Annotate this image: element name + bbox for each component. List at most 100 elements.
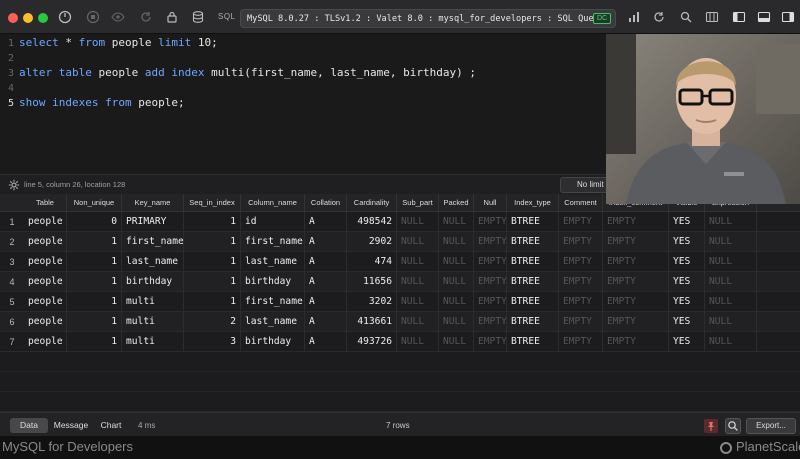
table-cell[interactable]: 1 — [67, 232, 122, 252]
stop-icon[interactable] — [85, 9, 101, 25]
table-cell[interactable]: people — [24, 332, 67, 352]
table-cell[interactable]: 1 — [67, 252, 122, 272]
table-row[interactable]: 1 people 0 PRIMARY 1 id A 498542 NULL NULL EMPTY BT… — [0, 212, 800, 232]
column-header[interactable]: Packed — [439, 194, 474, 212]
toggle-bottom-panel-icon[interactable] — [756, 9, 772, 25]
table-cell[interactable]: people — [24, 212, 67, 232]
table-cell[interactable]: EMPTY — [559, 212, 603, 232]
table-cell[interactable]: 1 — [184, 272, 241, 292]
table-cell[interactable]: EMPTY — [603, 232, 669, 252]
table-cell[interactable]: BTREE — [507, 232, 559, 252]
table-cell[interactable]: 1 — [67, 292, 122, 312]
table-cell[interactable]: birthday — [122, 272, 184, 292]
column-header[interactable]: Seq_in_index — [184, 194, 241, 212]
tab-chart[interactable]: Chart — [94, 418, 128, 433]
table-cell[interactable]: NULL — [705, 292, 757, 312]
table-cell[interactable]: EMPTY — [474, 272, 507, 292]
table-cell[interactable]: NULL — [705, 252, 757, 272]
table-cell[interactable]: people — [24, 312, 67, 332]
table-cell[interactable]: NULL — [397, 332, 439, 352]
table-cell[interactable]: BTREE — [507, 212, 559, 232]
column-header[interactable]: Table — [24, 194, 67, 212]
table-cell[interactable]: EMPTY — [559, 292, 603, 312]
table-cell[interactable]: multi — [122, 312, 184, 332]
column-header[interactable]: Key_name — [122, 194, 184, 212]
table-cell[interactable]: NULL — [705, 212, 757, 232]
table-cell[interactable]: people — [24, 292, 67, 312]
table-cell[interactable]: BTREE — [507, 252, 559, 272]
table-cell[interactable]: BTREE — [507, 312, 559, 332]
table-row[interactable]: 2 people 1 first_name 1 first_name A 2902 NULL NU… — [0, 232, 800, 252]
table-cell[interactable]: 413661 — [347, 312, 397, 332]
lock-icon[interactable] — [164, 9, 180, 25]
table-cell[interactable]: 1 — [67, 332, 122, 352]
table-cell[interactable]: NULL — [439, 312, 474, 332]
table-cell[interactable]: last_name — [122, 252, 184, 272]
table-cell[interactable]: NULL — [397, 252, 439, 272]
table-cell[interactable]: EMPTY — [559, 312, 603, 332]
table-cell[interactable]: EMPTY — [559, 232, 603, 252]
table-cell[interactable]: people — [24, 272, 67, 292]
table-cell[interactable]: NULL — [439, 272, 474, 292]
column-header[interactable]: Non_unique — [67, 194, 122, 212]
column-header[interactable]: Sub_part — [397, 194, 439, 212]
table-cell[interactable]: EMPTY — [474, 312, 507, 332]
table-cell[interactable]: id — [241, 212, 305, 232]
tab-message[interactable]: Message — [50, 418, 92, 433]
table-cell[interactable]: NULL — [439, 292, 474, 312]
table-row[interactable]: 6 people 1 multi 2 last_name A 413661 NULL NULL EM… — [0, 312, 800, 332]
search-results-icon[interactable] — [725, 418, 741, 434]
column-header[interactable]: Collation — [305, 194, 347, 212]
toggle-right-panel-icon[interactable] — [780, 9, 796, 25]
table-cell[interactable]: 1 — [67, 312, 122, 332]
table-cell[interactable]: people — [24, 232, 67, 252]
table-cell[interactable]: NULL — [397, 272, 439, 292]
table-cell[interactable]: NULL — [439, 232, 474, 252]
table-cell[interactable]: NULL — [705, 272, 757, 292]
table-cell[interactable]: NULL — [705, 332, 757, 352]
table-cell[interactable]: EMPTY — [603, 272, 669, 292]
table-cell[interactable]: EMPTY — [603, 312, 669, 332]
table-cell[interactable]: A — [305, 232, 347, 252]
column-header[interactable]: Index_type — [507, 194, 559, 212]
table-cell[interactable]: birthday — [241, 272, 305, 292]
table-cell[interactable]: YES — [669, 232, 705, 252]
results-grid[interactable]: Table Non_unique Key_name Seq_in_index Colum… — [0, 194, 800, 412]
table-cell[interactable]: multi — [122, 332, 184, 352]
code-line[interactable]: 2 — [0, 51, 19, 66]
table-cell[interactable]: EMPTY — [474, 332, 507, 352]
table-row[interactable]: 5 people 1 multi 1 first_name A 3202 NULL NULL EMP… — [0, 292, 800, 312]
table-cell[interactable]: EMPTY — [603, 252, 669, 272]
table-cell[interactable]: people — [24, 252, 67, 272]
table-cell[interactable]: 1 — [184, 212, 241, 232]
code-line[interactable]: 3 alter table people add index multi(firs… — [0, 66, 476, 81]
table-cell[interactable]: EMPTY — [559, 252, 603, 272]
code-line[interactable]: 4 — [0, 81, 19, 96]
layout-grid-icon[interactable] — [704, 9, 720, 25]
table-cell[interactable]: 1 — [184, 232, 241, 252]
table-cell[interactable]: A — [305, 212, 347, 232]
table-cell[interactable]: NULL — [397, 212, 439, 232]
table-cell[interactable]: EMPTY — [474, 232, 507, 252]
refresh-icon[interactable] — [138, 9, 154, 25]
toggle-left-panel-icon[interactable] — [731, 9, 747, 25]
connection-icon[interactable] — [57, 9, 73, 25]
table-cell[interactable]: BTREE — [507, 272, 559, 292]
table-cell[interactable]: A — [305, 272, 347, 292]
code-line[interactable]: 5 show indexes from people; — [0, 96, 185, 111]
database-icon[interactable] — [190, 9, 206, 25]
table-cell[interactable]: EMPTY — [474, 292, 507, 312]
pin-icon[interactable] — [704, 419, 718, 433]
eye-icon[interactable] — [110, 9, 126, 25]
table-cell[interactable]: 493726 — [347, 332, 397, 352]
chart-icon[interactable] — [626, 9, 642, 25]
column-header[interactable]: Null — [474, 194, 507, 212]
table-cell[interactable]: 11656 — [347, 272, 397, 292]
table-cell[interactable]: 3202 — [347, 292, 397, 312]
minimize-window-button[interactable] — [23, 13, 33, 23]
column-header[interactable]: Column_name — [241, 194, 305, 212]
table-cell[interactable]: YES — [669, 252, 705, 272]
table-cell[interactable]: last_name — [241, 312, 305, 332]
table-cell[interactable]: A — [305, 332, 347, 352]
column-header[interactable]: Comment — [559, 194, 603, 212]
